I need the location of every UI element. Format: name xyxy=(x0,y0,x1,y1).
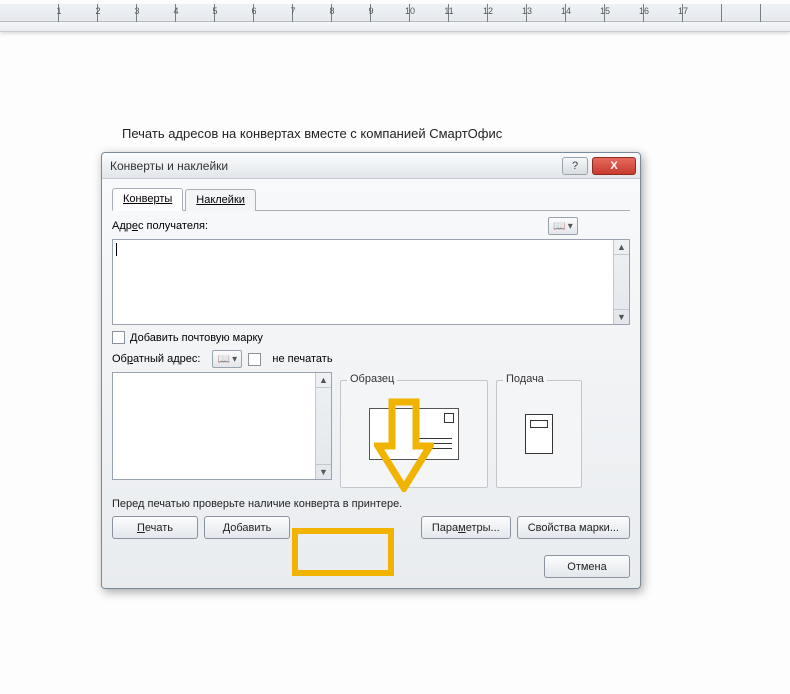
ruler-numbers: 1234567891011121314151617 xyxy=(20,6,790,20)
dialog-titlebar[interactable]: Конверты и наклейки ? X xyxy=(102,153,640,179)
options-button[interactable]: Параметры... xyxy=(421,516,511,539)
ruler-shadow xyxy=(0,22,790,32)
dialog-tabs: Конверты Наклейки xyxy=(112,187,630,211)
recipient-address-input[interactable]: ▲ ▼ xyxy=(112,239,630,325)
close-button[interactable]: X xyxy=(592,157,636,175)
cancel-button[interactable]: Отмена xyxy=(544,555,630,578)
feed-box[interactable]: Подача xyxy=(496,380,582,488)
no-print-checkbox[interactable] xyxy=(248,353,261,366)
recipient-address-label: Адрес получателя: xyxy=(112,220,208,232)
print-button[interactable]: Печать xyxy=(112,516,198,539)
return-address-book-button[interactable]: 📖 xyxy=(212,350,242,368)
dialog-title: Конверты и наклейки xyxy=(110,159,558,173)
scroll-up-icon[interactable]: ▲ xyxy=(316,373,331,388)
add-postage-checkbox[interactable] xyxy=(112,331,125,344)
return-address-label: Обратный адрес: xyxy=(112,353,200,365)
recipient-scrollbar[interactable]: ▲ ▼ xyxy=(613,240,629,324)
no-print-label: не печатать xyxy=(272,353,332,365)
sample-title: Образец xyxy=(347,373,397,385)
tab-envelopes[interactable]: Конверты xyxy=(112,188,183,211)
feed-title: Подача xyxy=(503,373,547,385)
book-icon: 📖 xyxy=(553,221,565,232)
return-address-input[interactable]: ▲ ▼ xyxy=(112,372,332,480)
scroll-up-icon[interactable]: ▲ xyxy=(614,240,629,255)
preview-sample-box[interactable]: Образец xyxy=(340,380,488,488)
horizontal-ruler: 1234567891011121314151617 xyxy=(0,4,790,22)
envelopes-labels-dialog: Конверты и наклейки ? X Конверты Наклейк… xyxy=(101,152,641,589)
book-icon: 📖 xyxy=(218,354,230,365)
feed-orientation-icon xyxy=(525,414,553,454)
add-button[interactable]: Добавить xyxy=(204,516,290,539)
help-button[interactable]: ? xyxy=(562,157,588,175)
tab-labels[interactable]: Наклейки xyxy=(185,189,256,211)
envelope-preview-icon xyxy=(369,408,459,460)
document-body-text: Печать адресов на конвертах вместе с ком… xyxy=(122,126,502,141)
scroll-down-icon[interactable]: ▼ xyxy=(316,464,331,479)
printer-info-text: Перед печатью проверьте наличие конверта… xyxy=(112,498,630,510)
return-scrollbar[interactable]: ▲ ▼ xyxy=(315,373,331,479)
stamp-properties-button[interactable]: Свойства марки... xyxy=(517,516,630,539)
add-postage-label: Добавить почтовую марку xyxy=(130,332,263,344)
scroll-down-icon[interactable]: ▼ xyxy=(614,309,629,324)
address-book-button[interactable]: 📖 xyxy=(548,217,578,235)
recipient-label-row: Адрес получателя: 📖 xyxy=(112,217,630,235)
